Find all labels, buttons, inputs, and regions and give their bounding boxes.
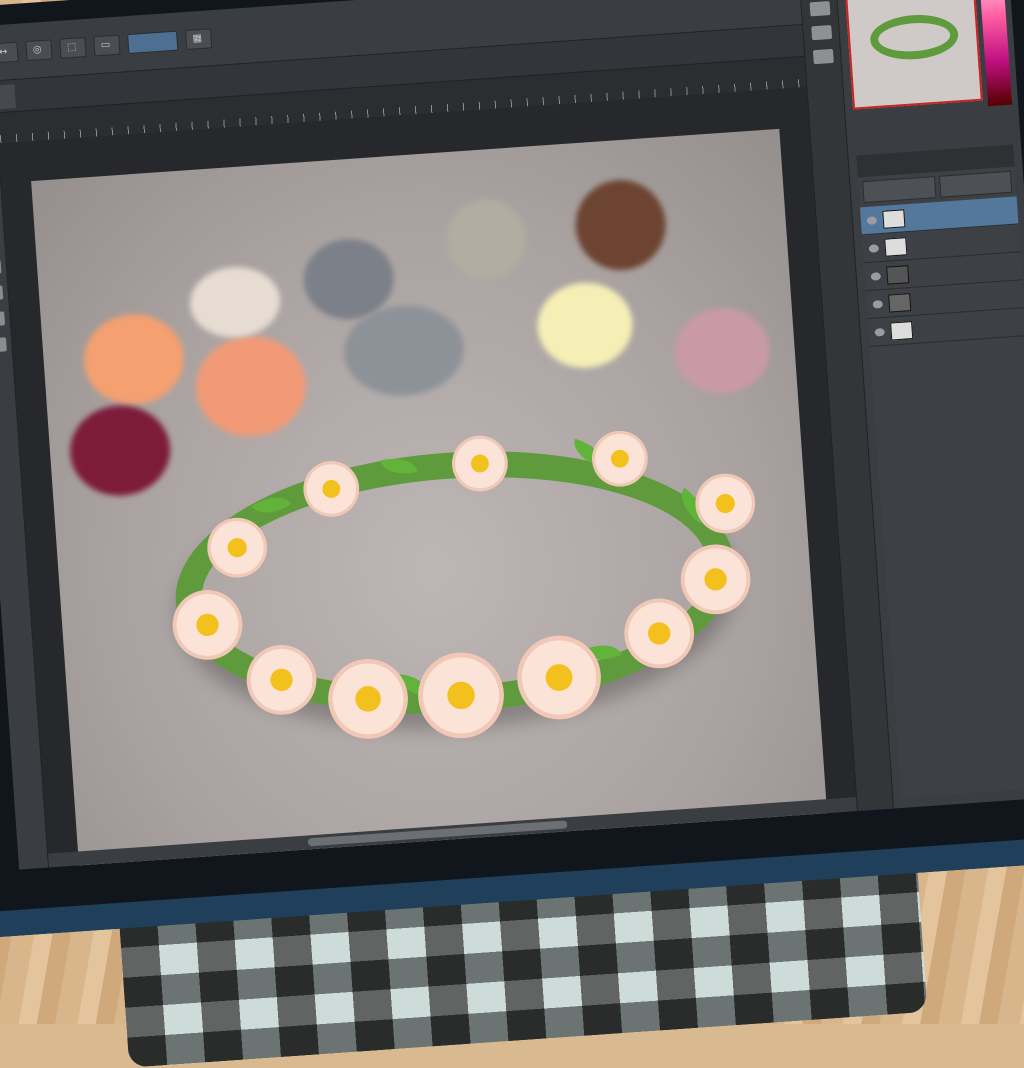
navigator-preview[interactable] — [844, 0, 983, 110]
color-picker-strip[interactable] — [977, 0, 1013, 107]
layer-thumbnail — [882, 208, 906, 229]
pompom — [443, 196, 529, 283]
layer-thumbnail — [886, 264, 910, 285]
eye-icon[interactable] — [866, 215, 878, 225]
layer-thumbnail — [890, 320, 914, 341]
pompom — [67, 402, 174, 499]
pompom — [534, 279, 636, 372]
adjustments-icon[interactable] — [811, 24, 833, 41]
eye-icon[interactable] — [868, 243, 880, 253]
pompom — [192, 332, 310, 441]
monitor: ↔ ◎ ⬚ ▭ ▦ — [0, 0, 1024, 938]
eye-icon[interactable] — [872, 299, 884, 309]
type-icon[interactable] — [0, 311, 6, 327]
canvas-area[interactable] — [0, 86, 858, 870]
pompom — [80, 311, 187, 408]
option-button-5[interactable]: ▦ — [184, 27, 213, 50]
zoom-icon[interactable] — [0, 337, 7, 353]
layer-thumbnail — [884, 236, 908, 257]
option-button-3[interactable]: ⬚ — [59, 36, 87, 59]
option-button-1[interactable]: ↔ — [0, 41, 19, 64]
brush-icon[interactable] — [0, 259, 2, 275]
image-canvas[interactable] — [31, 128, 828, 870]
styles-icon[interactable] — [812, 48, 834, 65]
pompom — [572, 177, 669, 274]
pompom — [671, 305, 773, 397]
option-button-4[interactable]: ▭ — [93, 34, 121, 56]
blend-mode-dropdown[interactable] — [862, 176, 936, 204]
eraser-icon[interactable] — [0, 285, 4, 301]
option-button-selected[interactable] — [127, 30, 179, 54]
editor-window: ↔ ◎ ⬚ ▭ ▦ — [0, 0, 1024, 870]
option-button-2[interactable]: ◎ — [25, 38, 53, 61]
eye-icon[interactable] — [870, 271, 882, 281]
document-tab[interactable] — [0, 83, 16, 109]
layer-thumbnail — [888, 292, 912, 313]
navigator-wreath-thumbnail — [868, 12, 960, 63]
eye-icon[interactable] — [874, 327, 885, 337]
properties-icon[interactable] — [809, 1, 831, 17]
opacity-field[interactable] — [938, 170, 1013, 198]
pompom — [187, 264, 283, 341]
